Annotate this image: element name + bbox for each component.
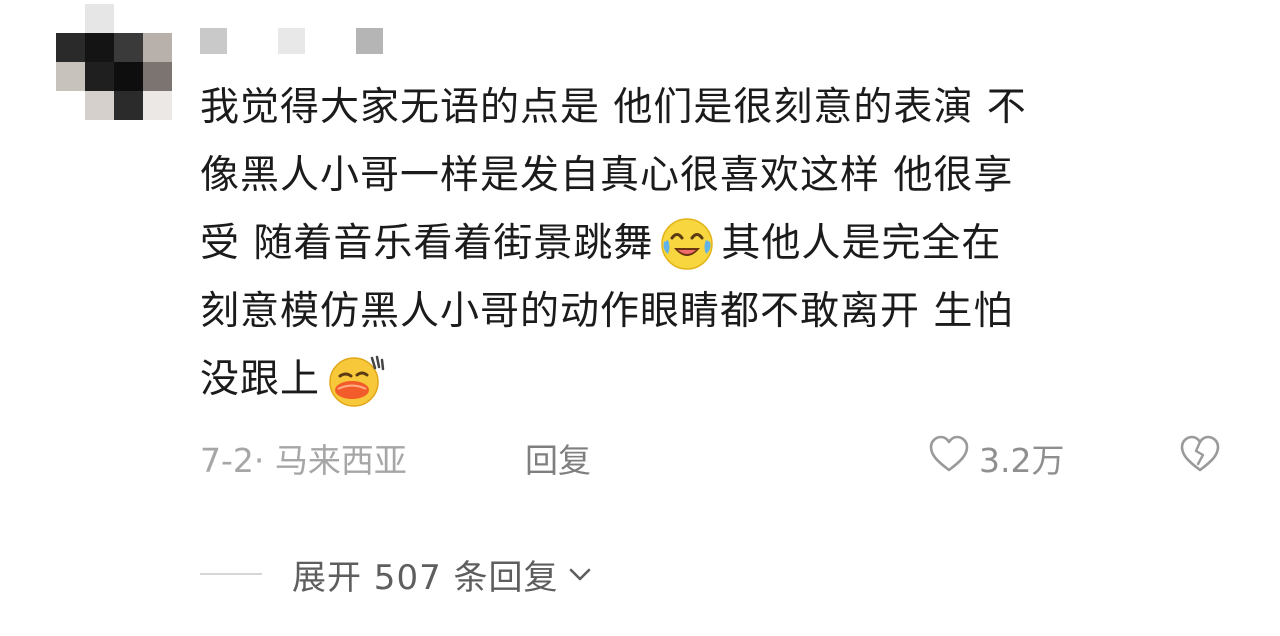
chevron-down-icon [565,562,595,586]
comment-line-text: 像黑人小哥一样是发自真心很喜欢这样 他很享 [200,153,1014,198]
reply-button[interactable]: 回复 [525,434,591,482]
avatar[interactable] [56,4,172,128]
comment-line: 没跟上 [200,346,1220,414]
username-block [200,28,227,54]
broken-heart-icon [1178,434,1222,482]
comment-line-text: 我觉得大家无语的点是 他们是很刻意的表演 不 [200,85,1027,130]
username-block [317,28,344,54]
sweat-grin-emoji-icon [326,352,385,408]
username-block [278,28,305,54]
comment-line-text: 刻意模仿黑人小哥的动作眼睛都不敢离开 生怕 [200,289,1014,334]
like-count: 3.2万 [979,441,1065,480]
comment-line-text: 没跟上 [200,357,321,402]
comment-line: 像黑人小哥一样是发自真心很喜欢这样 他很享 [200,142,1220,210]
expand-replies-label: 展开 507 条回复 [292,557,559,598]
comment-line: 我觉得大家无语的点是 他们是很刻意的表演 不 [200,74,1220,142]
divider [200,573,262,575]
laugh-cry-emoji-icon [659,216,715,272]
username-block [356,28,383,54]
comment-line: 刻意模仿黑人小哥的动作眼睛都不敢离开 生怕 [200,278,1220,346]
dislike-button[interactable] [1178,434,1222,482]
expand-replies[interactable]: 展开 507 条回复 [200,546,595,602]
like-button[interactable]: 3.2万 [927,434,1064,482]
comment-line-text: 受 随着音乐看着街景跳舞 [200,221,654,266]
comment-line: 受 随着音乐看着街景跳舞 其他人是完全在 [200,210,1220,278]
username[interactable] [200,28,383,54]
comment-meta-row: 7-2· 马来西亚 回复 3.2万 [200,430,1230,486]
comment-line-text: 其他人是完全在 [721,221,1002,266]
comment-screen: 我觉得大家无语的点是 他们是很刻意的表演 不 像黑人小哥一样是发自真心很喜欢这样… [0,0,1280,636]
comment-text: 我觉得大家无语的点是 他们是很刻意的表演 不 像黑人小哥一样是发自真心很喜欢这样… [200,74,1220,414]
username-block [239,28,266,54]
comment-date-location: 7-2· 马来西亚 [200,441,407,480]
heart-icon [927,434,971,482]
